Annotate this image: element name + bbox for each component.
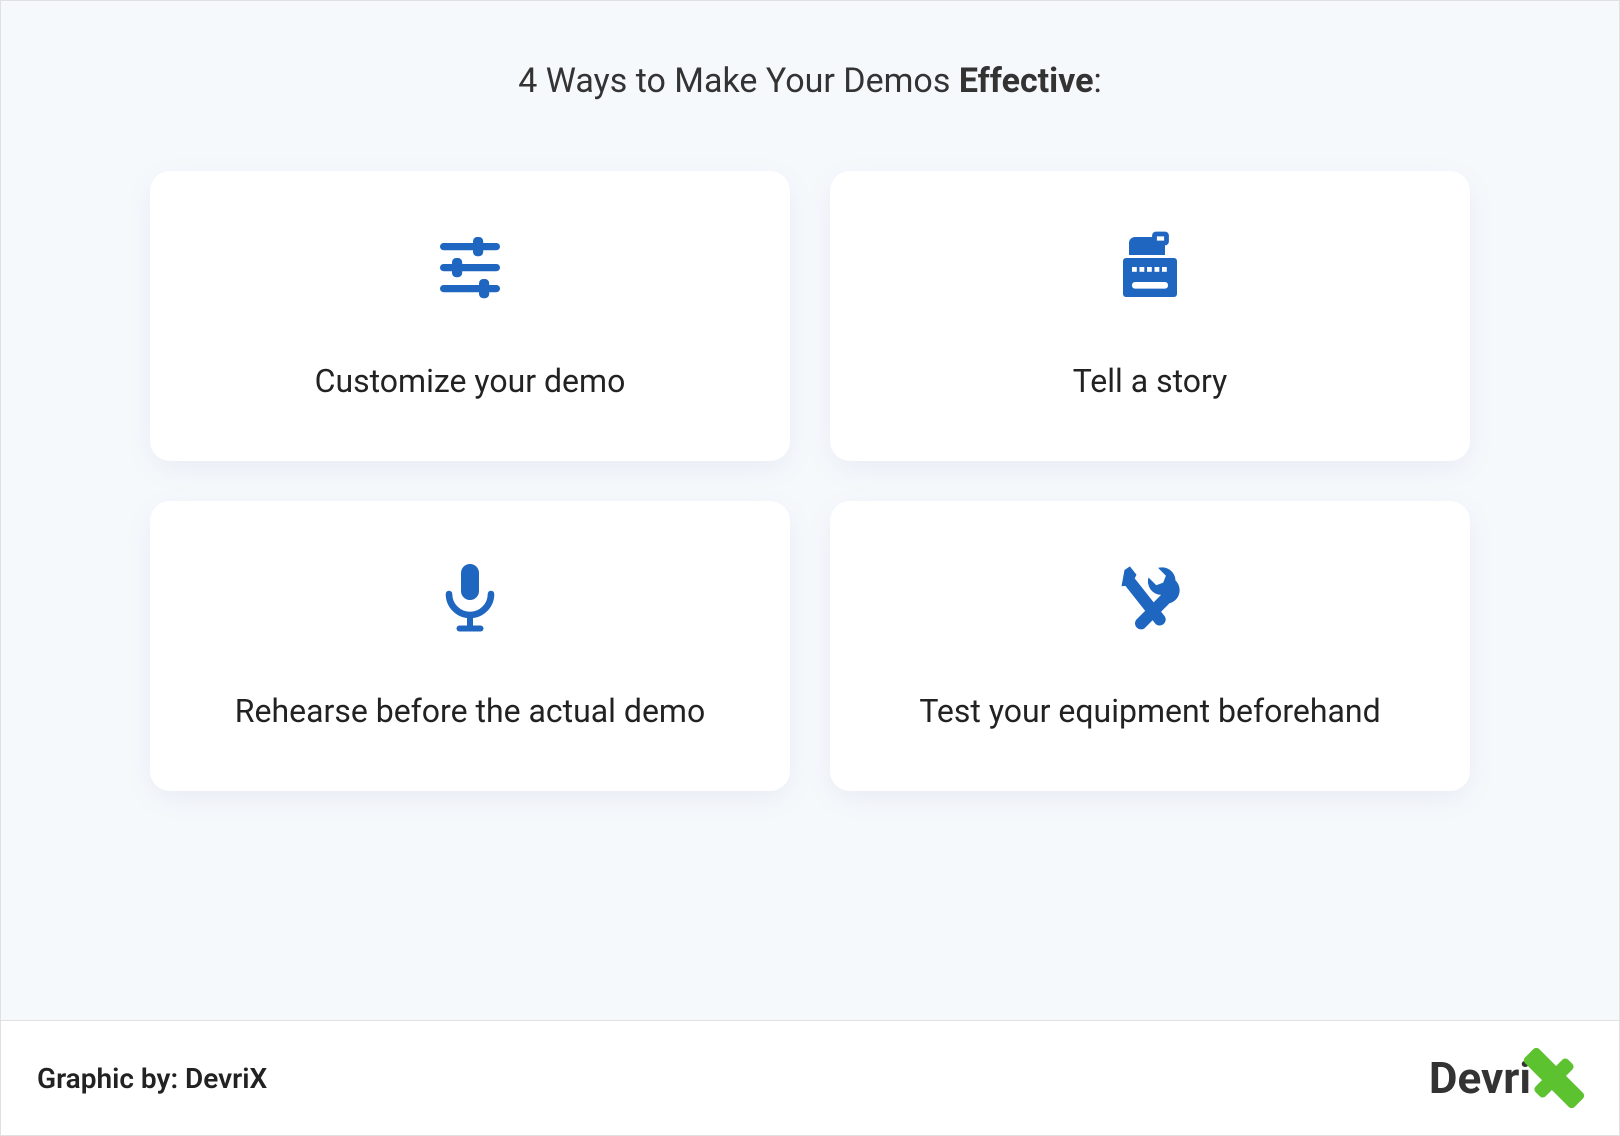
card-label: Tell a story bbox=[1073, 362, 1228, 400]
sliders-icon bbox=[434, 222, 506, 312]
microphone-icon bbox=[434, 552, 506, 642]
logo-x-icon bbox=[1525, 1049, 1583, 1107]
typewriter-icon bbox=[1114, 222, 1186, 312]
page-title: 4 Ways to Make Your Demos Effective: bbox=[518, 61, 1102, 101]
main-panel: 4 Ways to Make Your Demos Effective: Cus… bbox=[1, 1, 1619, 1020]
card-grid: Customize your demo Tell a story bbox=[150, 171, 1470, 791]
title-bold: Effective bbox=[959, 61, 1094, 101]
card-label: Rehearse before the actual demo bbox=[235, 692, 705, 730]
logo-text: Devri bbox=[1429, 1052, 1531, 1104]
card-story: Tell a story bbox=[830, 171, 1470, 461]
footer: Graphic by: DevriX Devri bbox=[1, 1020, 1619, 1135]
card-rehearse: Rehearse before the actual demo bbox=[150, 501, 790, 791]
devrix-logo: Devri bbox=[1429, 1049, 1583, 1107]
card-equipment: Test your equipment beforehand bbox=[830, 501, 1470, 791]
footer-credit: Graphic by: DevriX bbox=[37, 1062, 267, 1095]
card-label: Customize your demo bbox=[315, 362, 626, 400]
tools-icon bbox=[1114, 552, 1186, 642]
card-label: Test your equipment beforehand bbox=[919, 692, 1380, 730]
card-customize: Customize your demo bbox=[150, 171, 790, 461]
title-suffix: : bbox=[1094, 61, 1102, 101]
title-prefix: 4 Ways to Make Your Demos bbox=[518, 61, 959, 101]
